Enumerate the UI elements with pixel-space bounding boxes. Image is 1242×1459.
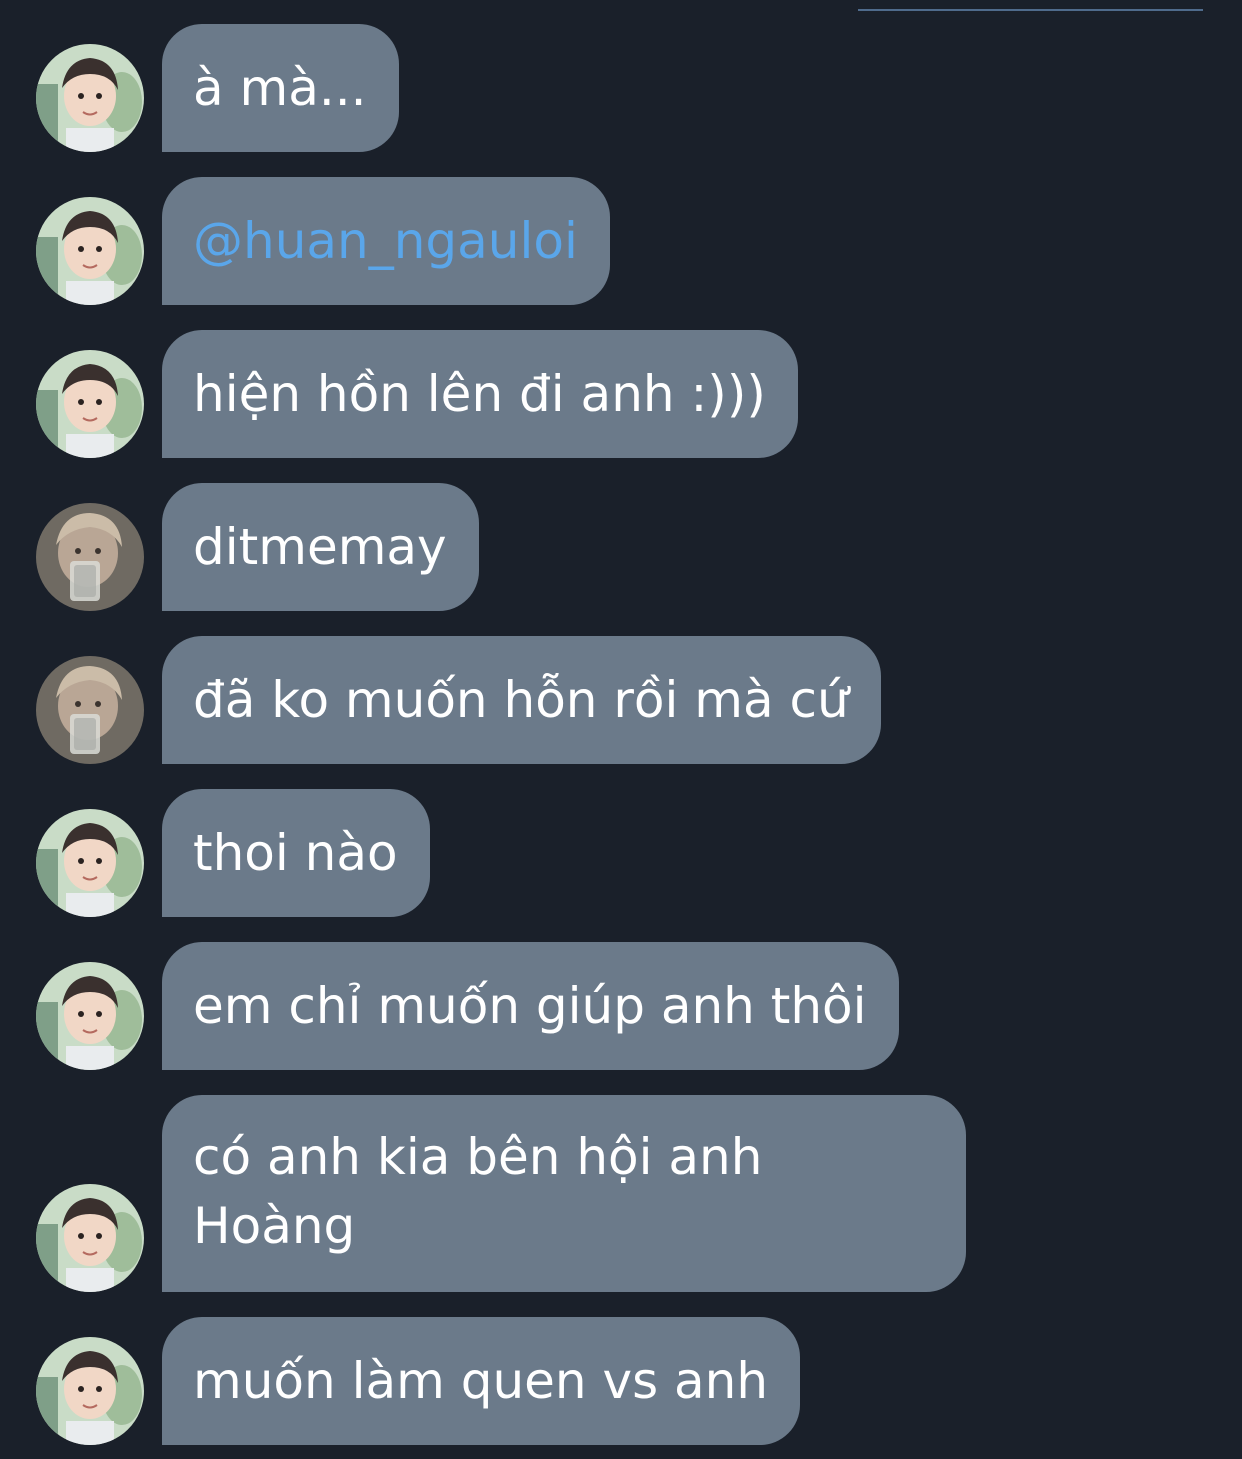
avatar-boy-icon[interactable] [36,44,144,152]
message-bubble[interactable]: muốn làm quen vs anh [162,1317,801,1445]
message-text: ditmemay [193,518,447,576]
message-text: thoi nào [193,824,398,882]
message-text: à mà... [193,59,367,117]
message-bubble[interactable]: em chỉ muốn giúp anh thôi [162,942,899,1070]
avatar-boy-icon[interactable] [36,350,144,458]
avatar-boy-icon[interactable] [36,809,144,917]
avatar-glass-icon[interactable] [36,503,144,611]
avatar-boy-icon[interactable] [36,1337,144,1445]
message-text: đã ko muốn hỗn rồi mà cứ [193,671,849,729]
message-text: muốn làm quen vs anh [193,1352,769,1410]
message-text: hiện hồn lên đi anh :))) [193,365,766,423]
message-bubble[interactable]: đã ko muốn hỗn rồi mà cứ [162,636,881,764]
message-bubble[interactable]: thoi nào [162,789,430,917]
message-text: em chỉ muốn giúp anh thôi [193,977,867,1035]
scroll-indicator [858,9,1203,11]
mention-link[interactable]: @huan_ngauloi [193,212,578,270]
message-bubble[interactable]: ditmemay [162,483,479,611]
message-text-line: có anh kia bên hội anh [193,1128,763,1186]
avatar-boy-icon[interactable] [36,197,144,305]
avatar-boy-icon[interactable] [36,962,144,1070]
message-bubble[interactable]: có anh kia bên hội anh Hoàng [162,1095,966,1292]
chat-screen: à mà... @huan_ngauloi hiện hồn lên đi an… [0,0,1242,1459]
avatar-boy-icon[interactable] [36,1184,144,1292]
avatar-glass-icon[interactable] [36,656,144,764]
message-bubble[interactable]: hiện hồn lên đi anh :))) [162,330,798,458]
message-bubble[interactable]: à mà... [162,24,399,152]
message-text-line: Hoàng [193,1197,356,1255]
message-bubble[interactable]: @huan_ngauloi [162,177,610,305]
